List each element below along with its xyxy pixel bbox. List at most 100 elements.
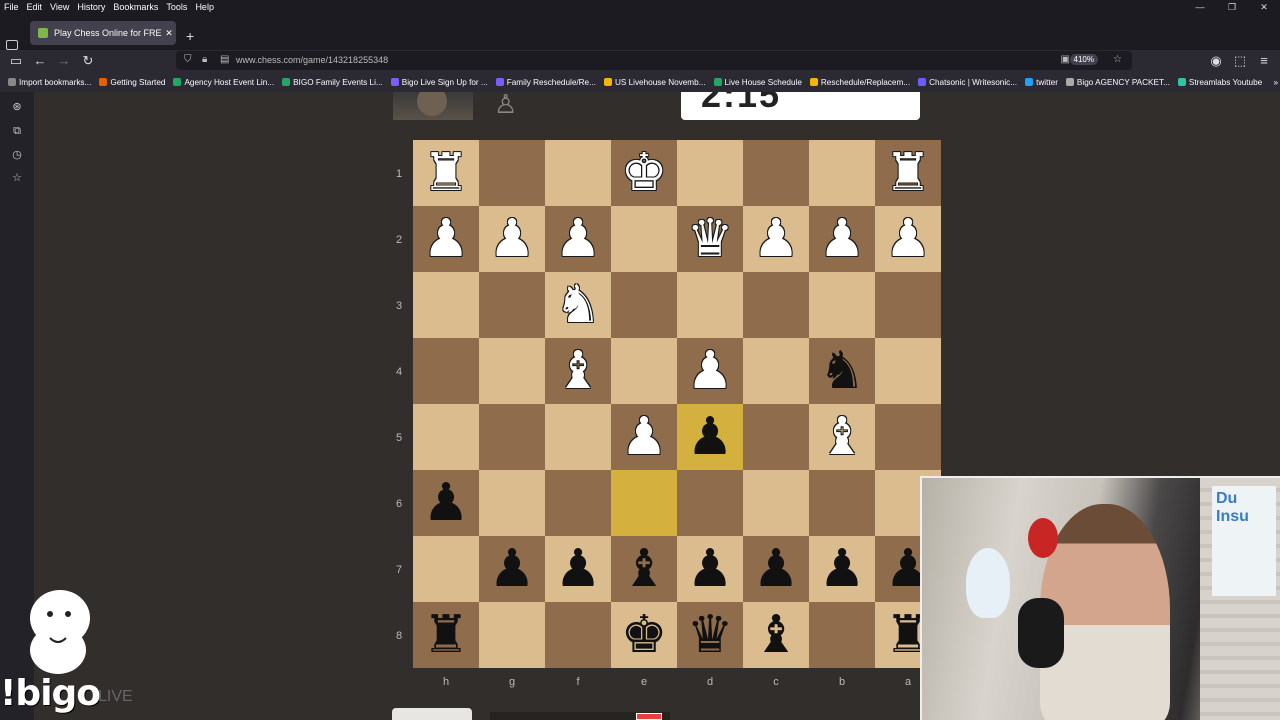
bookmark-item[interactable]: Bigo Live Sign Up for ... <box>390 78 488 87</box>
board-square[interactable]: ♟ <box>743 536 809 602</box>
extensions-icon[interactable]: ⬚ <box>1231 52 1249 70</box>
sidebar-toggle-icon[interactable]: ▭ <box>7 52 25 70</box>
bishop-black-icon[interactable]: ♝ <box>753 609 800 661</box>
board-square[interactable] <box>809 470 875 536</box>
bookmark-item[interactable]: Family Reschedule/Re... <box>495 78 596 87</box>
board-square[interactable]: ♟ <box>677 338 743 404</box>
bookmark-item[interactable]: US Livehouse Novemb... <box>603 78 706 87</box>
board-square[interactable] <box>743 470 809 536</box>
board-square[interactable]: ♛ <box>677 602 743 668</box>
board-square[interactable]: ♝ <box>611 536 677 602</box>
url-bar[interactable]: ⛉ 🔒︎ ▤ www.chess.com/game/143218255348 ▣… <box>176 51 1132 70</box>
board-square[interactable] <box>413 536 479 602</box>
forward-button[interactable]: → <box>55 52 73 70</box>
bookmark-item[interactable]: Getting Started <box>99 78 165 87</box>
browser-tab[interactable]: Play Chess Online for FREE - 2 P ✕ <box>30 21 176 45</box>
board-square[interactable]: ♟ <box>413 206 479 272</box>
board-square[interactable] <box>743 140 809 206</box>
account-icon[interactable]: ◉ <box>1207 52 1225 70</box>
king-white-icon[interactable]: ♚ <box>621 147 668 199</box>
pawn-white-icon[interactable]: ♟ <box>489 213 536 265</box>
bookmark-item[interactable]: Import bookmarks... <box>8 78 91 87</box>
board-square[interactable]: ♚ <box>611 140 677 206</box>
lock-icon[interactable]: 🔒︎ <box>202 54 207 65</box>
board-square[interactable] <box>875 338 941 404</box>
bookmark-item[interactable]: Agency Host Event Lin... <box>173 78 274 87</box>
pawn-black-icon[interactable]: ♟ <box>753 543 800 595</box>
board-square[interactable] <box>413 272 479 338</box>
bookmark-item[interactable]: twitter <box>1025 78 1058 87</box>
pawn-white-icon[interactable]: ♟ <box>621 411 668 463</box>
zoom-level[interactable]: 410% <box>1069 54 1098 65</box>
board-square[interactable] <box>611 206 677 272</box>
board-square[interactable]: ♟ <box>875 206 941 272</box>
bookmark-item[interactable]: BIGO Family Events Li... <box>282 78 383 87</box>
menu-tools[interactable]: Tools <box>162 2 191 12</box>
url-text[interactable]: www.chess.com/game/143218255348 <box>236 55 388 65</box>
queen-white-icon[interactable]: ♛ <box>687 213 734 265</box>
knight-white-icon[interactable]: ♞ <box>555 279 602 331</box>
king-black-icon[interactable]: ♚ <box>621 609 668 661</box>
rook-white-icon[interactable]: ♜ <box>423 147 470 199</box>
board-square[interactable] <box>479 470 545 536</box>
pawn-black-icon[interactable]: ♟ <box>423 477 470 529</box>
board-square[interactable]: ♝ <box>743 602 809 668</box>
board-square[interactable] <box>545 140 611 206</box>
synced-tabs-icon[interactable]: ⧉ <box>11 125 23 137</box>
board-square[interactable]: ♟ <box>545 206 611 272</box>
pawn-white-icon[interactable]: ♟ <box>687 345 734 397</box>
board-square[interactable] <box>875 272 941 338</box>
board-square[interactable]: ♝ <box>809 404 875 470</box>
board-square[interactable]: ♟ <box>479 536 545 602</box>
bishop-white-icon[interactable]: ♝ <box>819 411 866 463</box>
board-square[interactable] <box>479 272 545 338</box>
pawn-white-icon[interactable]: ♟ <box>753 213 800 265</box>
menu-icon[interactable]: ≡ <box>1255 52 1273 70</box>
bookmark-item[interactable]: Streamlabs Youtube <box>1177 78 1262 87</box>
rook-white-icon[interactable]: ♜ <box>885 147 932 199</box>
board-square[interactable] <box>479 602 545 668</box>
board-square[interactable]: ♟ <box>677 536 743 602</box>
board-square[interactable] <box>611 338 677 404</box>
bookmark-item[interactable]: Chatsonic | Writesonic... <box>918 78 1017 87</box>
board-square[interactable]: ♟ <box>809 536 875 602</box>
board-square[interactable] <box>677 272 743 338</box>
board-square[interactable]: ♚ <box>611 602 677 668</box>
board-square[interactable]: ♜ <box>413 602 479 668</box>
board-square[interactable] <box>545 470 611 536</box>
board-square[interactable] <box>413 404 479 470</box>
board-square[interactable]: ♟ <box>743 206 809 272</box>
board-square[interactable]: ♟ <box>611 404 677 470</box>
board-square[interactable] <box>809 602 875 668</box>
bishop-black-icon[interactable]: ♝ <box>621 543 668 595</box>
board-square[interactable]: ♟ <box>545 536 611 602</box>
menu-edit[interactable]: Edit <box>23 2 47 12</box>
board-square[interactable] <box>809 140 875 206</box>
ai-chat-icon[interactable]: ⊛ <box>11 101 23 113</box>
minimize-button[interactable]: — <box>1184 0 1216 14</box>
board-square[interactable]: ♝ <box>545 338 611 404</box>
board-square[interactable] <box>677 140 743 206</box>
close-window-button[interactable]: ✕ <box>1248 0 1280 14</box>
board-square[interactable]: ♟ <box>479 206 545 272</box>
board-square[interactable] <box>677 470 743 536</box>
pawn-white-icon[interactable]: ♟ <box>423 213 470 265</box>
board-square[interactable] <box>743 338 809 404</box>
reader-view-icon[interactable]: ▣ <box>1061 54 1070 65</box>
maximize-button[interactable]: ❐ <box>1216 0 1248 14</box>
board-square[interactable]: ♞ <box>809 338 875 404</box>
bookmarks-overflow-icon[interactable]: » <box>1273 78 1278 87</box>
board-square[interactable] <box>479 140 545 206</box>
menu-history[interactable]: History <box>73 2 109 12</box>
board-square[interactable]: ♟ <box>677 404 743 470</box>
bishop-white-icon[interactable]: ♝ <box>555 345 602 397</box>
board-square[interactable] <box>479 338 545 404</box>
board-square[interactable] <box>743 404 809 470</box>
bookmark-item[interactable]: Live House Schedule <box>713 78 802 87</box>
knight-black-icon[interactable]: ♞ <box>819 345 866 397</box>
pawn-black-icon[interactable]: ♟ <box>687 543 734 595</box>
menu-file[interactable]: File <box>0 2 23 12</box>
board-square[interactable]: ♞ <box>545 272 611 338</box>
bookmark-item[interactable]: Bigo AGENCY PACKET... <box>1065 78 1170 87</box>
pawn-white-icon[interactable]: ♟ <box>819 213 866 265</box>
